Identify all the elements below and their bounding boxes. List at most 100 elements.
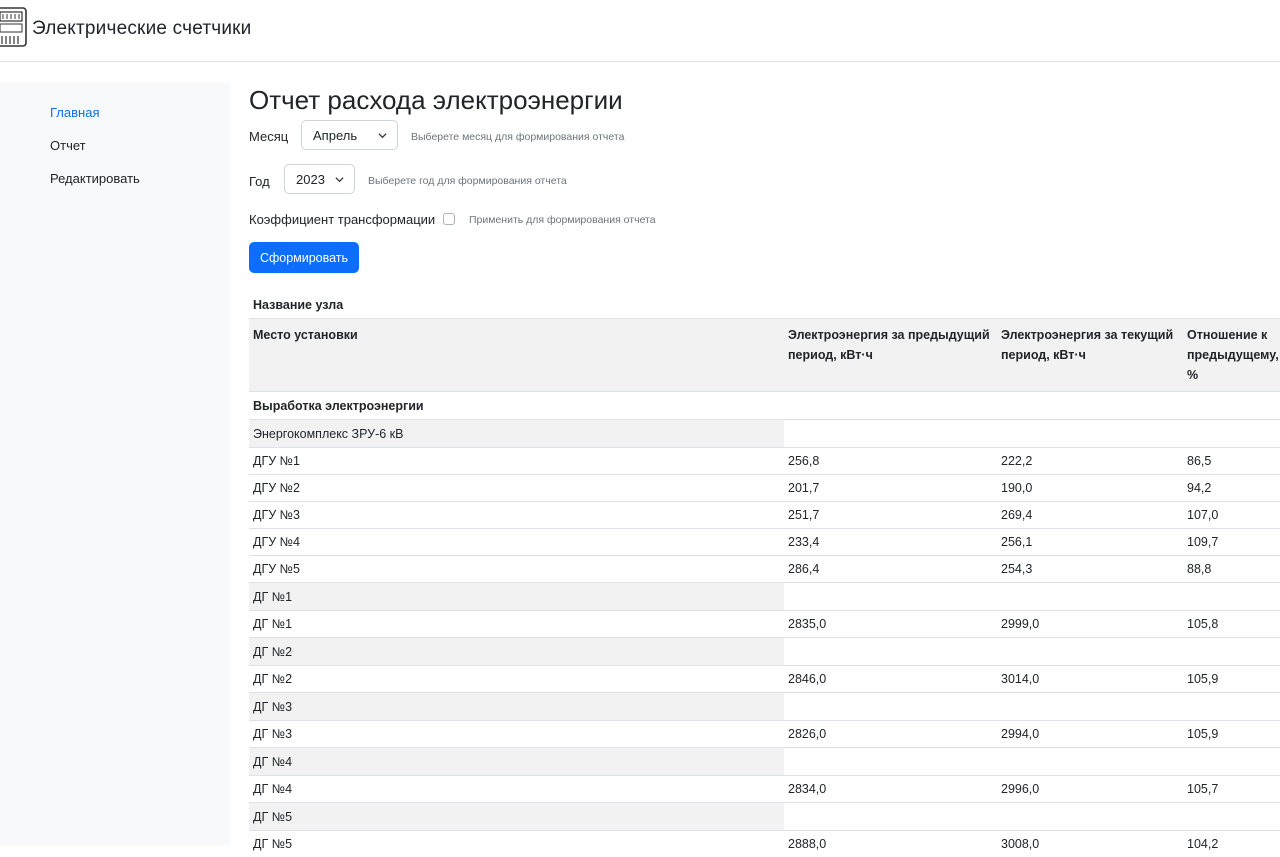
group-name: ДГ №4 — [249, 748, 784, 776]
group-row: ДГ №3 — [249, 693, 1280, 721]
table-row: ДГУ №4233,4256,1109,7 — [249, 529, 1280, 556]
cell-previous: 251,7 — [784, 502, 997, 529]
group-empty-cell — [784, 420, 1280, 448]
group-row: ДГ №2 — [249, 638, 1280, 666]
cell-location: ДГ №4 — [249, 776, 784, 803]
cell-location: ДГУ №3 — [249, 502, 784, 529]
generate-report-button[interactable]: Сформировать — [249, 242, 359, 273]
report-table-wrapper: Название узла Место установки Электроэне… — [249, 292, 1280, 857]
cell-current: 2996,0 — [997, 776, 1183, 803]
cell-previous: 2846,0 — [784, 666, 997, 693]
year-hint: Выберете год для формирования отчета — [368, 175, 567, 187]
cell-location: ДГ №5 — [249, 831, 784, 857]
cell-ratio: 105,8 — [1183, 611, 1280, 638]
group-row: ДГ №4 — [249, 748, 1280, 776]
cell-ratio: 86,5 — [1183, 448, 1280, 475]
month-hint: Выберете месяц для формирования отчета — [411, 131, 624, 143]
cell-previous: 2826,0 — [784, 721, 997, 748]
sidebar-item-edit[interactable]: Редактировать — [50, 171, 140, 186]
cell-previous: 2834,0 — [784, 776, 997, 803]
app-title[interactable]: Электрические счетчики — [32, 18, 252, 40]
cell-location: ДГУ №5 — [249, 556, 784, 583]
month-select-value: Апрель — [313, 128, 357, 143]
table-row: ДГ №52888,03008,0104,2 — [249, 831, 1280, 857]
group-name: ДГ №3 — [249, 693, 784, 721]
group-row: ДГ №1 — [249, 583, 1280, 611]
cell-ratio: 109,7 — [1183, 529, 1280, 556]
group-name: ДГ №1 — [249, 583, 784, 611]
month-label: Месяц — [249, 129, 288, 144]
table-header-row: Место установки Электроэнергия за предыд… — [249, 319, 1280, 392]
year-select-value: 2023 — [296, 172, 325, 187]
group-empty-cell — [784, 583, 1280, 611]
group-name: ДГ №5 — [249, 803, 784, 831]
year-label: Год — [249, 174, 270, 189]
chevron-down-icon — [378, 131, 387, 140]
cell-current: 254,3 — [997, 556, 1183, 583]
table-row: ДГУ №3251,7269,4107,0 — [249, 502, 1280, 529]
table-row: ДГ №32826,02994,0105,9 — [249, 721, 1280, 748]
sidebar-item-home[interactable]: Главная — [50, 105, 99, 120]
table-row: ДГ №22846,03014,0105,9 — [249, 666, 1280, 693]
cell-previous: 286,4 — [784, 556, 997, 583]
cell-ratio: 88,8 — [1183, 556, 1280, 583]
column-header-location: Место установки — [249, 319, 784, 392]
cell-location: ДГУ №2 — [249, 475, 784, 502]
cell-ratio: 104,2 — [1183, 831, 1280, 857]
cell-ratio: 105,9 — [1183, 721, 1280, 748]
month-select[interactable]: Апрель — [301, 120, 398, 150]
cell-location: ДГ №3 — [249, 721, 784, 748]
group-empty-cell — [784, 803, 1280, 831]
column-header-current: Электроэнергия за текущий период, кВт·ч — [997, 319, 1183, 392]
node-name-label: Название узла — [249, 292, 1280, 319]
cell-current: 190,0 — [997, 475, 1183, 502]
table-row: ДГ №12835,02999,0105,8 — [249, 611, 1280, 638]
column-header-previous: Электроэнергия за предыдущий период, кВт… — [784, 319, 997, 392]
cell-current: 2999,0 — [997, 611, 1183, 638]
sidebar: Главная Отчет Редактировать — [0, 83, 230, 845]
cell-current: 269,4 — [997, 502, 1183, 529]
cell-previous: 2835,0 — [784, 611, 997, 638]
cell-current: 3008,0 — [997, 831, 1183, 857]
cell-ratio: 105,9 — [1183, 666, 1280, 693]
cell-previous: 256,8 — [784, 448, 997, 475]
table-row: ДГУ №1256,8222,286,5 — [249, 448, 1280, 475]
cell-ratio: 105,7 — [1183, 776, 1280, 803]
cell-location: ДГУ №1 — [249, 448, 784, 475]
cell-previous: 233,4 — [784, 529, 997, 556]
group-empty-cell — [784, 693, 1280, 721]
group-row: ДГ №5 — [249, 803, 1280, 831]
transform-label: Коэффициент трансформации — [249, 212, 435, 227]
report-table: Название узла Место установки Электроэне… — [249, 292, 1280, 857]
group-empty-cell — [784, 748, 1280, 776]
group-row: Энергокомплекс ЗРУ-6 кВ — [249, 420, 1280, 448]
table-row: ДГУ №5286,4254,388,8 — [249, 556, 1280, 583]
top-navbar: Электрические счетчики — [0, 0, 1280, 62]
page-title: Отчет расхода электроэнергии — [249, 85, 623, 116]
column-header-ratio: Отношение к предыдущему, % — [1183, 319, 1280, 392]
section-title: Выработка электроэнергии — [249, 392, 1280, 420]
group-name: ДГ №2 — [249, 638, 784, 666]
cell-location: ДГ №2 — [249, 666, 784, 693]
table-row: ДГ №42834,02996,0105,7 — [249, 776, 1280, 803]
year-select[interactable]: 2023 — [284, 164, 355, 194]
group-empty-cell — [784, 638, 1280, 666]
sidebar-item-report[interactable]: Отчет — [50, 138, 86, 153]
cell-ratio: 94,2 — [1183, 475, 1280, 502]
cell-current: 256,1 — [997, 529, 1183, 556]
table-row: ДГУ №2201,7190,094,2 — [249, 475, 1280, 502]
transform-checkbox[interactable] — [443, 213, 455, 225]
section-row: Выработка электроэнергии — [249, 392, 1280, 420]
cell-location: ДГ №1 — [249, 611, 784, 638]
cell-current: 2994,0 — [997, 721, 1183, 748]
node-name-row: Название узла — [249, 292, 1280, 319]
cell-previous: 2888,0 — [784, 831, 997, 857]
group-name: Энергокомплекс ЗРУ-6 кВ — [249, 420, 784, 448]
cell-location: ДГУ №4 — [249, 529, 784, 556]
chevron-down-icon — [335, 175, 344, 184]
electric-meter-icon — [0, 6, 28, 48]
cell-previous: 201,7 — [784, 475, 997, 502]
transform-hint: Применить для формирования отчета — [469, 214, 656, 226]
cell-current: 3014,0 — [997, 666, 1183, 693]
cell-ratio: 107,0 — [1183, 502, 1280, 529]
